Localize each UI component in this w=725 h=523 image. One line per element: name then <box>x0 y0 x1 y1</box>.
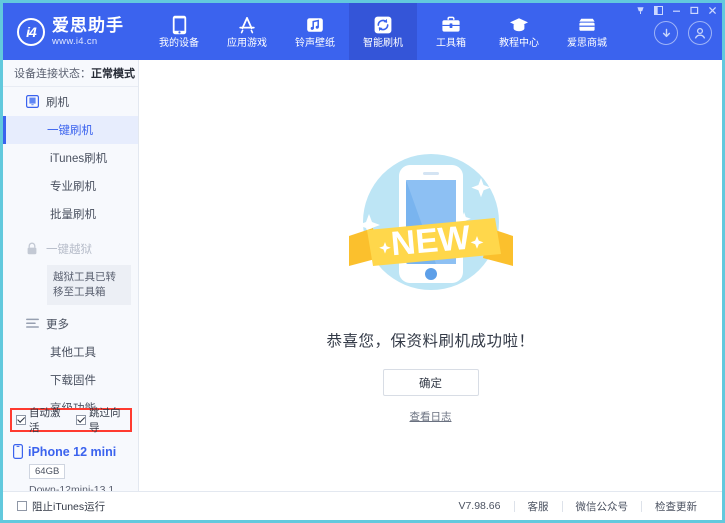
user-avatar-icon <box>693 26 707 40</box>
sidebar-group-label: 刷机 <box>46 94 69 110</box>
main-nav: 我的设备 应用游戏 铃声壁纸 智能刷机 <box>145 3 621 60</box>
nav-tab-label: 工具箱 <box>436 39 466 49</box>
brand-title: 爱思助手 <box>52 17 124 34</box>
footer-link-wechat[interactable]: 微信公众号 <box>563 499 642 514</box>
checkbox-label: 跳过向导 <box>89 405 130 435</box>
sidebar-group-more: 更多 <box>3 309 138 338</box>
checkbox-skip-wizard[interactable]: 跳过向导 <box>76 405 130 435</box>
footer-link-support[interactable]: 客服 <box>515 499 562 514</box>
view-log-link[interactable]: 查看日志 <box>410 409 452 424</box>
phone-icon <box>169 15 189 35</box>
brand-url: www.i4.cn <box>52 37 124 47</box>
sidebar-group-label: 一键越狱 <box>46 241 92 257</box>
device-name-row: iPhone 12 mini <box>13 444 138 459</box>
connected-device-card[interactable]: iPhone 12 mini 64GB Down-12mini-13,1 <box>3 438 138 496</box>
flash-device-icon <box>25 95 39 109</box>
refresh-icon <box>373 15 393 35</box>
pin-icon[interactable] <box>635 5 646 16</box>
sidebar-item-label: 下载固件 <box>50 372 96 388</box>
jailbreak-moved-tooltip: 越狱工具已转移至工具箱 <box>47 265 131 305</box>
checkbox-box[interactable] <box>76 415 86 425</box>
nav-tab-label: 铃声壁纸 <box>295 39 335 49</box>
appstore-icon <box>237 15 257 35</box>
app-version: V7.98.66 <box>445 500 513 512</box>
svg-text:NEW: NEW <box>389 219 472 264</box>
checkbox-label: 自动激活 <box>29 405 70 435</box>
sidebar-item-batch-flash[interactable]: 批量刷机 <box>3 200 138 228</box>
sidebar-item-other-tools[interactable]: 其他工具 <box>3 338 138 366</box>
minimize-icon[interactable] <box>671 5 682 16</box>
nav-tab-label: 应用游戏 <box>227 39 267 49</box>
nav-tab-store[interactable]: 爱思商城 <box>553 3 621 60</box>
sidebar: 设备连接状态：正常模式 刷机 一键刷机 iTunes刷机 专业刷机 批量刷机 一… <box>3 60 139 494</box>
app-header: i4 爱思助手 www.i4.cn 我的设备 应用游戏 <box>3 3 722 60</box>
nav-tab-label: 智能刷机 <box>363 39 403 49</box>
toolbox-icon <box>441 15 461 35</box>
sidebar-item-label: 一键刷机 <box>47 122 93 138</box>
menu-icon[interactable] <box>653 5 664 16</box>
device-capacity-badge: 64GB <box>29 464 65 479</box>
checkbox-block-itunes[interactable]: 阻止iTunes运行 <box>17 499 105 514</box>
music-icon <box>305 15 325 35</box>
sidebar-group-flash: 刷机 <box>3 87 138 116</box>
nav-tab-smart-flash[interactable]: 智能刷机 <box>349 3 417 60</box>
nav-tab-label: 我的设备 <box>159 39 199 49</box>
download-arrow-icon <box>660 27 673 40</box>
sidebar-item-pro-flash[interactable]: 专业刷机 <box>3 172 138 200</box>
sidebar-item-download-firmware[interactable]: 下载固件 <box>3 366 138 394</box>
phone-outline-icon <box>13 444 23 459</box>
brand-logo: i4 爱思助手 www.i4.cn <box>3 3 133 60</box>
checkbox-auto-activate[interactable]: 自动激活 <box>16 405 70 435</box>
nav-tab-ringtones-wallpaper[interactable]: 铃声壁纸 <box>281 3 349 60</box>
list-icon <box>25 317 39 331</box>
checkbox-box[interactable] <box>16 415 26 425</box>
main-content: NEW 恭喜您，保资料刷机成功啦！ 确定 查看日志 <box>139 60 722 494</box>
success-message: 恭喜您，保资料刷机成功啦！ <box>326 329 534 351</box>
new-phone-badge-illustration: NEW <box>341 132 521 317</box>
close-icon[interactable] <box>707 5 718 16</box>
connection-status-label: 设备连接状态： <box>14 65 91 81</box>
nav-tab-toolbox[interactable]: 工具箱 <box>417 3 485 60</box>
sidebar-item-one-key-flash[interactable]: 一键刷机 <box>3 116 138 144</box>
footer-link-check-update[interactable]: 检查更新 <box>642 499 710 514</box>
footer-links: V7.98.66 客服 微信公众号 检查更新 <box>445 499 710 514</box>
nav-tab-label: 教程中心 <box>499 39 539 49</box>
store-icon <box>577 15 597 35</box>
window-controls <box>635 4 718 16</box>
nav-tab-label: 爱思商城 <box>567 39 607 49</box>
device-name: iPhone 12 mini <box>28 445 116 459</box>
status-bar: 阻止iTunes运行 V7.98.66 客服 微信公众号 检查更新 <box>3 491 722 520</box>
confirm-button[interactable]: 确定 <box>383 369 479 396</box>
graduation-cap-icon <box>509 15 529 35</box>
connection-status-value: 正常模式 <box>91 65 135 81</box>
sidebar-item-label: 批量刷机 <box>50 206 96 222</box>
checkbox-box[interactable] <box>17 501 27 511</box>
nav-tab-apps-games[interactable]: 应用游戏 <box>213 3 281 60</box>
sidebar-item-label: 其他工具 <box>50 344 96 360</box>
sidebar-group-jailbreak: 一键越狱 <box>3 234 138 263</box>
checkbox-label: 阻止iTunes运行 <box>32 499 105 514</box>
sidebar-item-itunes-flash[interactable]: iTunes刷机 <box>3 144 138 172</box>
app-window: i4 爱思助手 www.i4.cn 我的设备 应用游戏 <box>0 0 725 523</box>
account-button[interactable] <box>688 21 712 45</box>
header-actions <box>654 21 712 45</box>
connection-status: 设备连接状态：正常模式 <box>3 60 138 87</box>
sidebar-item-label: 专业刷机 <box>50 178 96 194</box>
sidebar-group-label: 更多 <box>46 316 69 332</box>
lock-icon <box>25 242 39 256</box>
downloads-button[interactable] <box>654 21 678 45</box>
maximize-icon[interactable] <box>689 5 700 16</box>
i4-logo-icon: i4 <box>17 18 45 46</box>
flash-options-highlight: 自动激活 跳过向导 <box>10 408 132 432</box>
nav-tab-my-device[interactable]: 我的设备 <box>145 3 213 60</box>
nav-tab-tutorials[interactable]: 教程中心 <box>485 3 553 60</box>
sidebar-item-label: iTunes刷机 <box>50 150 107 166</box>
